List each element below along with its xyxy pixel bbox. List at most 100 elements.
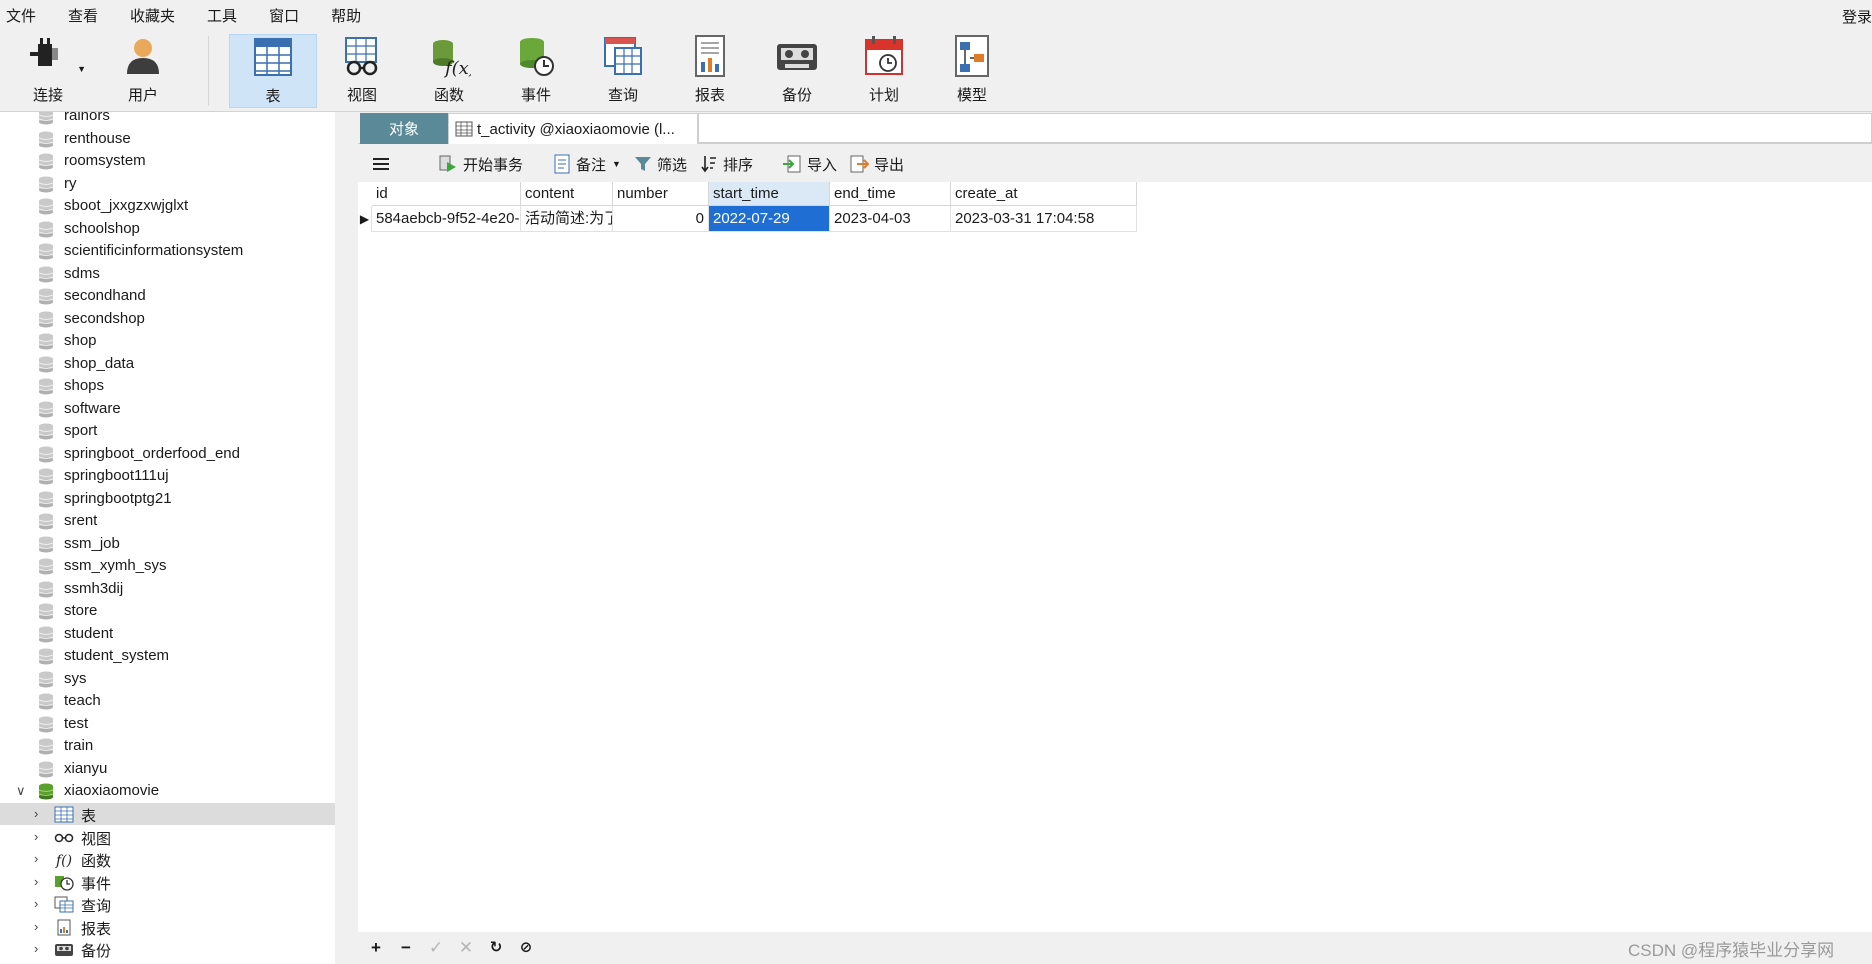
menu-file[interactable]: 文件 [0,5,36,26]
tree-child-item[interactable]: › 事件 [0,871,335,893]
tree-db-item[interactable]: scientificinformationsystem [0,240,335,262]
column-header-create-at[interactable]: create_at [951,182,1137,206]
menu-window[interactable]: 窗口 [263,5,299,26]
toolbar-query-button[interactable]: 查询 [583,34,663,108]
sort-button[interactable]: 排序 [700,152,753,176]
chevron-right-icon[interactable]: › [34,919,38,934]
tree-child-item[interactable]: › 备份 [0,938,335,960]
database-icon [38,423,54,440]
toolbar-user-button[interactable]: 用户 [103,34,183,108]
tree-db-item[interactable]: software [0,398,335,420]
tree-db-item[interactable]: springboot_orderfood_end [0,443,335,465]
toolbar-schedule-button[interactable]: 计划 [844,34,924,108]
menu-help[interactable]: 帮助 [325,5,361,26]
menu-tools[interactable]: 工具 [201,5,237,26]
stop-icon[interactable]: ⊘ [516,938,536,958]
tab-table-editor[interactable]: t_activity @xiaoxiaomovie (l... [448,113,698,144]
toolbar-function-button[interactable]: f(x) 函数 [409,34,489,108]
chevron-down-icon[interactable]: ▼ [612,159,621,169]
chevron-right-icon[interactable]: › [34,851,38,866]
tree-db-item[interactable]: srent [0,510,335,532]
menu-hamburger-button[interactable] [372,152,395,176]
tree-child-item[interactable]: › 视图 [0,826,335,848]
tree-db-item[interactable]: springboot111uj [0,465,335,487]
tree-db-item[interactable]: shop_data [0,353,335,375]
tree-db-item[interactable]: test [0,713,335,735]
table-cell[interactable]: 2023-04-03 [830,206,951,232]
tab-objects[interactable]: 对象 [360,113,448,144]
tree-db-item[interactable]: rainors [0,112,335,127]
delete-record-icon[interactable]: − [396,938,416,958]
tree-db-item[interactable]: secondshop [0,308,335,330]
tree-db-item[interactable]: store [0,600,335,622]
tree-db-label: ssm_xymh_sys [64,557,167,574]
begin-transaction-button[interactable]: 开始事务 [438,152,523,176]
tree-db-label: sport [64,422,98,439]
tree-db-item[interactable]: student_system [0,645,335,667]
note-button[interactable]: 备注 ▼ [553,152,621,176]
table-cell[interactable]: 584aebcb-9f52-4e20-b8f4 [372,206,521,232]
tree-db-item[interactable]: ssm_job [0,533,335,555]
tree-child-item[interactable]: › 报表 [0,916,335,938]
column-header-content[interactable]: content [521,182,613,206]
chevron-down-icon[interactable]: ▼ [77,64,86,74]
tree-db-item[interactable]: sdms [0,263,335,285]
tree-db-item[interactable]: sport [0,420,335,442]
chevron-down-icon[interactable]: ∨ [16,783,26,799]
tree-db-label: schoolshop [64,219,140,237]
table-cell[interactable]: 0 [613,206,709,232]
tree-db-item[interactable]: sboot_jxxgzxwjglxt [0,195,335,217]
tree-child-item[interactable]: › 表 [0,803,335,825]
tree-db-item[interactable]: springbootptg21 [0,488,335,510]
tree-db-item[interactable]: teach [0,690,335,712]
database-icon [38,311,54,327]
tree-db-item[interactable]: secondhand [0,285,335,307]
chevron-right-icon[interactable]: › [34,806,38,821]
menu-view[interactable]: 查看 [62,5,98,26]
chevron-right-icon[interactable]: › [34,941,38,956]
toolbar-report-button[interactable]: 报表 [670,34,750,108]
tree-db-xiaoxiaomovie[interactable]: ∨ xiaoxiaomovie [0,780,335,802]
tree-db-item[interactable]: student [0,623,335,645]
tree-db-item[interactable]: shops [0,375,335,397]
user-icon [127,39,159,74]
column-header-start-time[interactable]: start_time [709,182,830,206]
column-header-end-time[interactable]: end_time [830,182,951,206]
import-button[interactable]: 导入 [782,152,837,176]
tree-db-item[interactable]: shop [0,330,335,352]
tree-db-item[interactable]: ry [0,173,335,195]
tree-db-item[interactable]: ssmh3dij [0,578,335,600]
tree-db-item[interactable]: schoolshop [0,218,335,240]
toolbar-table-button[interactable]: 表 [229,34,317,108]
toolbar-backup-button[interactable]: 备份 [757,34,837,108]
column-header-number[interactable]: number [613,182,709,206]
filter-button[interactable]: 筛选 [634,152,687,176]
table-cell[interactable]: 活动简述:为了 [521,206,613,232]
add-record-icon[interactable]: + [366,938,386,958]
selected-cell[interactable]: 2022-07-29 [709,206,830,232]
tree-child-item[interactable]: › f() 函数 [0,848,335,870]
column-header-id[interactable]: id [372,182,521,206]
chevron-right-icon[interactable]: › [34,874,38,889]
chevron-right-icon[interactable]: › [34,829,38,844]
tree-db-item[interactable]: renthouse [0,128,335,150]
table-cell[interactable]: 2023-03-31 17:04:58 [951,206,1137,232]
export-button[interactable]: 导出 [849,152,904,176]
tree-db-item[interactable]: ssm_xymh_sys [0,555,335,577]
toolbar-model-button[interactable]: 模型 [932,34,1012,108]
chevron-right-icon[interactable]: › [34,896,38,911]
tree-db-item[interactable]: sys [0,668,335,690]
apply-changes-icon[interactable]: ✓ [426,938,446,958]
tree-child-item[interactable]: › 查询 [0,893,335,915]
navigation-sidebar[interactable]: rainors renthouse roomsystem ry sboot_jxxgzx… [0,112,335,964]
tree-db-item[interactable]: train [0,735,335,757]
refresh-icon[interactable]: ↻ [486,938,506,958]
login-link[interactable]: 登录 [1842,6,1872,27]
toolbar-connect-button[interactable]: 连接 ▼ [8,34,88,108]
toolbar-view-button[interactable]: 视图 [322,34,402,108]
toolbar-event-button[interactable]: 事件 [496,34,576,108]
menu-favorites[interactable]: 收藏夹 [124,5,175,26]
tree-db-item[interactable]: xianyu [0,758,335,780]
tree-db-item[interactable]: roomsystem [0,150,335,172]
discard-changes-icon[interactable]: ✕ [456,938,476,958]
